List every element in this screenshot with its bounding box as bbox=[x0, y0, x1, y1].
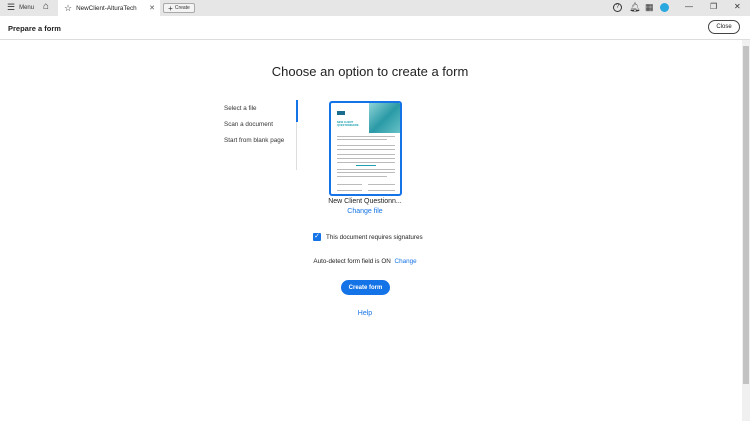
page-header: Prepare a form Close bbox=[0, 16, 750, 40]
star-icon[interactable]: ☆ bbox=[64, 3, 72, 14]
create-form-button[interactable]: Create form bbox=[341, 280, 390, 295]
window-close-icon[interactable]: ✕ bbox=[734, 2, 741, 11]
signatures-label: This document requires signatures bbox=[326, 233, 423, 241]
help-icon[interactable]: ? bbox=[613, 3, 622, 12]
close-tab-icon[interactable]: ✕ bbox=[149, 4, 155, 12]
bell-icon[interactable]: 🔔︎ bbox=[629, 2, 640, 13]
document-thumbnail[interactable]: NEW CLIENT QUESTIONNAIRE bbox=[329, 101, 402, 196]
scrollbar-thumb[interactable] bbox=[743, 46, 749, 384]
hamburger-icon: ☰ bbox=[7, 2, 16, 12]
menu-button[interactable]: ☰ Menu bbox=[7, 3, 34, 12]
menu-label: Menu bbox=[19, 4, 35, 11]
main-heading: Choose an option to create a form bbox=[271, 64, 469, 79]
active-option-indicator bbox=[296, 100, 298, 122]
close-button[interactable]: Close bbox=[708, 20, 740, 34]
change-file-link[interactable]: Change file bbox=[347, 208, 382, 215]
help-link[interactable]: Help bbox=[358, 310, 372, 317]
building-image bbox=[369, 103, 400, 133]
apps-icon[interactable]: ▦ bbox=[645, 3, 654, 12]
file-name: New Client Questionn... bbox=[328, 198, 402, 205]
thumbnail-title: NEW CLIENT QUESTIONNAIRE bbox=[337, 121, 359, 127]
checkbox-checked-icon[interactable]: ✓ bbox=[313, 233, 321, 241]
autodetect-label: Auto-detect form field is ON bbox=[313, 258, 391, 265]
create-label: Create bbox=[174, 5, 190, 11]
autodetect-change-link[interactable]: Change bbox=[395, 258, 417, 265]
avatar[interactable] bbox=[660, 3, 669, 12]
option-select-file[interactable]: Select a file bbox=[224, 105, 257, 112]
title-bar: ☰ Menu ⌂ ☆ NewClient-AlturaTech ✕ + Crea… bbox=[0, 0, 750, 16]
page-title: Prepare a form bbox=[8, 24, 61, 33]
minimize-icon[interactable]: — bbox=[685, 2, 693, 11]
signatures-checkbox-row[interactable]: ✓ This document requires signatures bbox=[313, 233, 423, 241]
plus-icon: + bbox=[168, 3, 173, 13]
option-scan-document[interactable]: Scan a document bbox=[224, 121, 273, 128]
document-tab[interactable]: ☆ NewClient-AlturaTech ✕ bbox=[58, 0, 160, 16]
home-icon[interactable]: ⌂ bbox=[43, 2, 49, 12]
restore-icon[interactable]: ❐ bbox=[710, 2, 717, 11]
create-tab-button[interactable]: + Create bbox=[163, 3, 195, 13]
option-blank-page[interactable]: Start from blank page bbox=[224, 137, 284, 144]
tab-title: NewClient-AlturaTech bbox=[76, 4, 137, 12]
